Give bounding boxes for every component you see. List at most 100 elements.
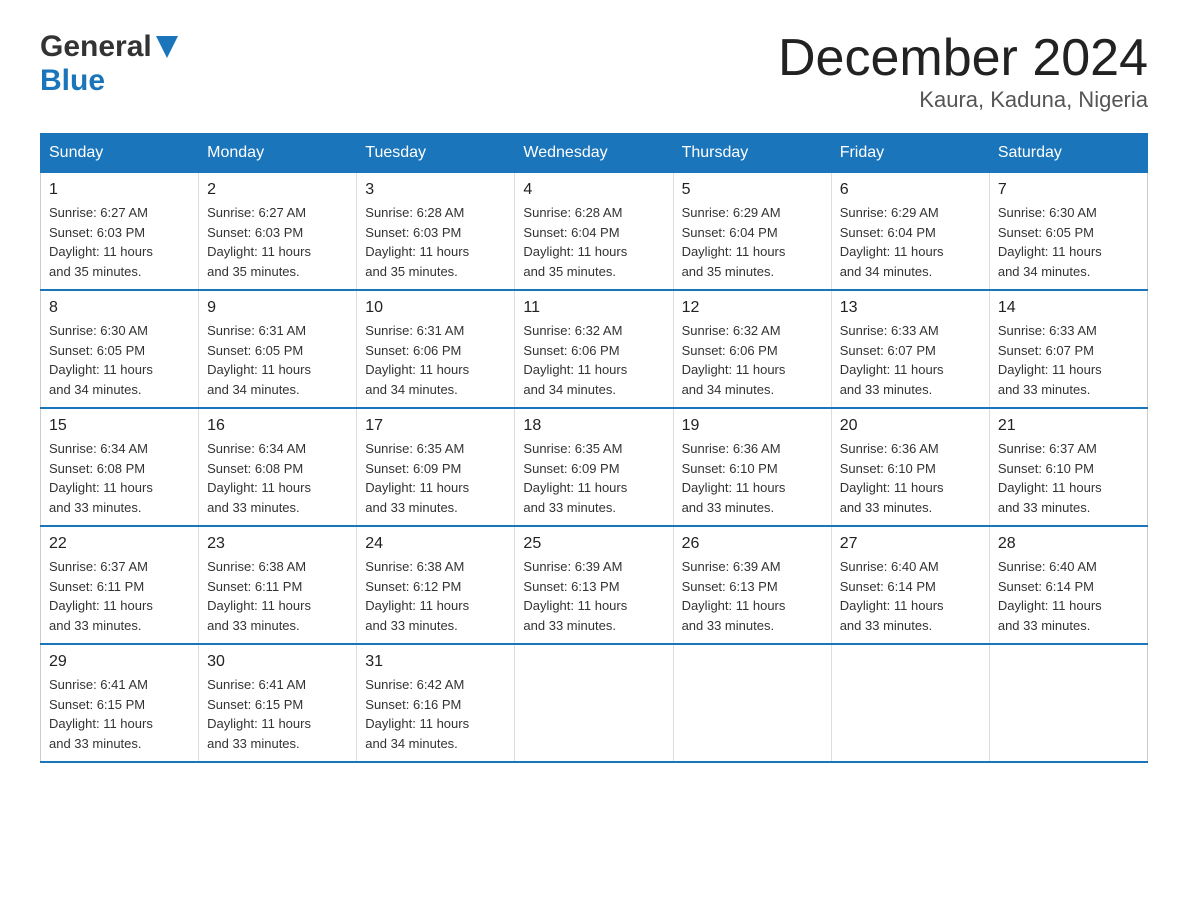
day-number: 15: [49, 417, 190, 435]
calendar-cell: 20 Sunrise: 6:36 AMSunset: 6:10 PMDaylig…: [831, 408, 989, 526]
calendar-week-row: 15 Sunrise: 6:34 AMSunset: 6:08 PMDaylig…: [41, 408, 1148, 526]
day-number: 31: [365, 653, 506, 671]
day-info: Sunrise: 6:39 AMSunset: 6:13 PMDaylight:…: [523, 557, 664, 635]
header-monday: Monday: [199, 134, 357, 173]
calendar-cell: 14 Sunrise: 6:33 AMSunset: 6:07 PMDaylig…: [989, 290, 1147, 408]
calendar-cell: 9 Sunrise: 6:31 AMSunset: 6:05 PMDayligh…: [199, 290, 357, 408]
day-info: Sunrise: 6:32 AMSunset: 6:06 PMDaylight:…: [523, 321, 664, 399]
logo-blue-text: Blue: [40, 64, 105, 97]
calendar-cell: 28 Sunrise: 6:40 AMSunset: 6:14 PMDaylig…: [989, 526, 1147, 644]
day-number: 12: [682, 299, 823, 317]
day-number: 21: [998, 417, 1139, 435]
day-info: Sunrise: 6:29 AMSunset: 6:04 PMDaylight:…: [840, 203, 981, 281]
day-number: 22: [49, 535, 190, 553]
day-info: Sunrise: 6:38 AMSunset: 6:11 PMDaylight:…: [207, 557, 348, 635]
day-number: 29: [49, 653, 190, 671]
day-number: 10: [365, 299, 506, 317]
calendar-cell: 5 Sunrise: 6:29 AMSunset: 6:04 PMDayligh…: [673, 173, 831, 291]
day-number: 1: [49, 181, 190, 199]
header-saturday: Saturday: [989, 134, 1147, 173]
calendar-cell: 3 Sunrise: 6:28 AMSunset: 6:03 PMDayligh…: [357, 173, 515, 291]
calendar-cell: 26 Sunrise: 6:39 AMSunset: 6:13 PMDaylig…: [673, 526, 831, 644]
day-number: 25: [523, 535, 664, 553]
day-number: 30: [207, 653, 348, 671]
calendar-week-row: 29 Sunrise: 6:41 AMSunset: 6:15 PMDaylig…: [41, 644, 1148, 762]
day-number: 20: [840, 417, 981, 435]
day-info: Sunrise: 6:40 AMSunset: 6:14 PMDaylight:…: [840, 557, 981, 635]
day-info: Sunrise: 6:39 AMSunset: 6:13 PMDaylight:…: [682, 557, 823, 635]
day-number: 14: [998, 299, 1139, 317]
calendar-cell: [515, 644, 673, 762]
day-info: Sunrise: 6:34 AMSunset: 6:08 PMDaylight:…: [49, 439, 190, 517]
day-number: 5: [682, 181, 823, 199]
day-number: 23: [207, 535, 348, 553]
day-number: 24: [365, 535, 506, 553]
calendar-cell: 23 Sunrise: 6:38 AMSunset: 6:11 PMDaylig…: [199, 526, 357, 644]
calendar-cell: 29 Sunrise: 6:41 AMSunset: 6:15 PMDaylig…: [41, 644, 199, 762]
day-info: Sunrise: 6:30 AMSunset: 6:05 PMDaylight:…: [998, 203, 1139, 281]
header-wednesday: Wednesday: [515, 134, 673, 173]
calendar-cell: 27 Sunrise: 6:40 AMSunset: 6:14 PMDaylig…: [831, 526, 989, 644]
header-tuesday: Tuesday: [357, 134, 515, 173]
calendar-cell: 12 Sunrise: 6:32 AMSunset: 6:06 PMDaylig…: [673, 290, 831, 408]
calendar-week-row: 1 Sunrise: 6:27 AMSunset: 6:03 PMDayligh…: [41, 173, 1148, 291]
logo-general-text: General: [40, 30, 152, 64]
calendar-cell: 8 Sunrise: 6:30 AMSunset: 6:05 PMDayligh…: [41, 290, 199, 408]
day-info: Sunrise: 6:35 AMSunset: 6:09 PMDaylight:…: [523, 439, 664, 517]
day-info: Sunrise: 6:36 AMSunset: 6:10 PMDaylight:…: [682, 439, 823, 517]
calendar-cell: [673, 644, 831, 762]
day-info: Sunrise: 6:41 AMSunset: 6:15 PMDaylight:…: [207, 675, 348, 753]
day-number: 11: [523, 299, 664, 317]
calendar-cell: 24 Sunrise: 6:38 AMSunset: 6:12 PMDaylig…: [357, 526, 515, 644]
day-number: 7: [998, 181, 1139, 199]
day-info: Sunrise: 6:42 AMSunset: 6:16 PMDaylight:…: [365, 675, 506, 753]
calendar-cell: 19 Sunrise: 6:36 AMSunset: 6:10 PMDaylig…: [673, 408, 831, 526]
day-info: Sunrise: 6:28 AMSunset: 6:04 PMDaylight:…: [523, 203, 664, 281]
day-number: 13: [840, 299, 981, 317]
calendar-cell: 13 Sunrise: 6:33 AMSunset: 6:07 PMDaylig…: [831, 290, 989, 408]
calendar-cell: 31 Sunrise: 6:42 AMSunset: 6:16 PMDaylig…: [357, 644, 515, 762]
calendar-cell: 17 Sunrise: 6:35 AMSunset: 6:09 PMDaylig…: [357, 408, 515, 526]
day-number: 3: [365, 181, 506, 199]
day-number: 2: [207, 181, 348, 199]
calendar-week-row: 8 Sunrise: 6:30 AMSunset: 6:05 PMDayligh…: [41, 290, 1148, 408]
day-number: 9: [207, 299, 348, 317]
day-info: Sunrise: 6:33 AMSunset: 6:07 PMDaylight:…: [998, 321, 1139, 399]
calendar-cell: 7 Sunrise: 6:30 AMSunset: 6:05 PMDayligh…: [989, 173, 1147, 291]
day-info: Sunrise: 6:31 AMSunset: 6:05 PMDaylight:…: [207, 321, 348, 399]
calendar-cell: 30 Sunrise: 6:41 AMSunset: 6:15 PMDaylig…: [199, 644, 357, 762]
calendar-header-row: Sunday Monday Tuesday Wednesday Thursday…: [41, 134, 1148, 173]
day-info: Sunrise: 6:33 AMSunset: 6:07 PMDaylight:…: [840, 321, 981, 399]
calendar-cell: 4 Sunrise: 6:28 AMSunset: 6:04 PMDayligh…: [515, 173, 673, 291]
header-friday: Friday: [831, 134, 989, 173]
calendar-cell: [989, 644, 1147, 762]
calendar-cell: 18 Sunrise: 6:35 AMSunset: 6:09 PMDaylig…: [515, 408, 673, 526]
day-info: Sunrise: 6:34 AMSunset: 6:08 PMDaylight:…: [207, 439, 348, 517]
day-info: Sunrise: 6:31 AMSunset: 6:06 PMDaylight:…: [365, 321, 506, 399]
day-info: Sunrise: 6:30 AMSunset: 6:05 PMDaylight:…: [49, 321, 190, 399]
day-info: Sunrise: 6:36 AMSunset: 6:10 PMDaylight:…: [840, 439, 981, 517]
calendar-cell: 22 Sunrise: 6:37 AMSunset: 6:11 PMDaylig…: [41, 526, 199, 644]
calendar-cell: 16 Sunrise: 6:34 AMSunset: 6:08 PMDaylig…: [199, 408, 357, 526]
calendar-table: Sunday Monday Tuesday Wednesday Thursday…: [40, 133, 1148, 763]
calendar-cell: 6 Sunrise: 6:29 AMSunset: 6:04 PMDayligh…: [831, 173, 989, 291]
calendar-cell: 15 Sunrise: 6:34 AMSunset: 6:08 PMDaylig…: [41, 408, 199, 526]
day-number: 16: [207, 417, 348, 435]
day-number: 17: [365, 417, 506, 435]
calendar-week-row: 22 Sunrise: 6:37 AMSunset: 6:11 PMDaylig…: [41, 526, 1148, 644]
calendar-cell: 11 Sunrise: 6:32 AMSunset: 6:06 PMDaylig…: [515, 290, 673, 408]
header-sunday: Sunday: [41, 134, 199, 173]
calendar-cell: 10 Sunrise: 6:31 AMSunset: 6:06 PMDaylig…: [357, 290, 515, 408]
header-thursday: Thursday: [673, 134, 831, 173]
day-info: Sunrise: 6:27 AMSunset: 6:03 PMDaylight:…: [49, 203, 190, 281]
day-number: 8: [49, 299, 190, 317]
day-info: Sunrise: 6:41 AMSunset: 6:15 PMDaylight:…: [49, 675, 190, 753]
day-info: Sunrise: 6:27 AMSunset: 6:03 PMDaylight:…: [207, 203, 348, 281]
day-info: Sunrise: 6:38 AMSunset: 6:12 PMDaylight:…: [365, 557, 506, 635]
day-info: Sunrise: 6:28 AMSunset: 6:03 PMDaylight:…: [365, 203, 506, 281]
day-number: 28: [998, 535, 1139, 553]
day-number: 27: [840, 535, 981, 553]
page-header: General Blue December 2024 Kaura, Kaduna…: [40, 30, 1148, 113]
day-info: Sunrise: 6:40 AMSunset: 6:14 PMDaylight:…: [998, 557, 1139, 635]
calendar-title: December 2024: [778, 30, 1148, 87]
